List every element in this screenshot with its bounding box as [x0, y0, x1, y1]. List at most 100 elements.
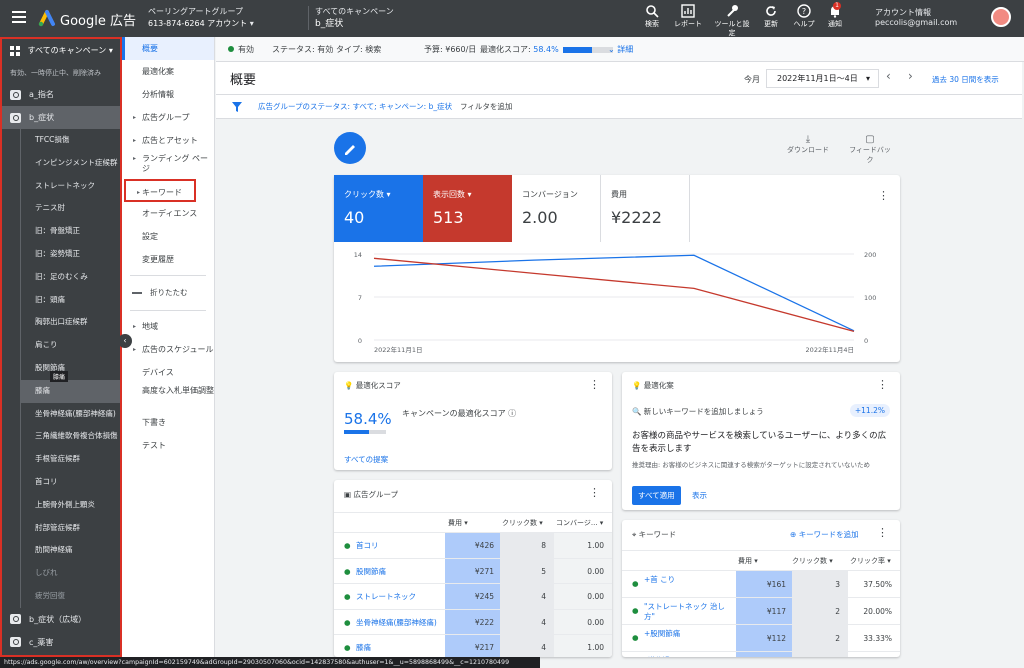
account-selector[interactable]: ペーリングアートグループ 613-874-6264 アカウント ▾ — [148, 6, 254, 30]
campaign-item[interactable]: a_指名 — [2, 83, 120, 106]
ad-group-item[interactable]: 旧：骨盤矯正 — [20, 220, 120, 243]
ad-group-name[interactable]: 膝痛 — [356, 635, 371, 657]
nav-ads-assets[interactable]: 広告とアセット — [122, 129, 214, 152]
nav-drafts[interactable]: 下書き — [122, 411, 214, 434]
filter-icon[interactable] — [232, 102, 242, 112]
nav-recommendations[interactable]: 最適化案 — [122, 60, 214, 83]
more-vert-icon[interactable]: ⋮ — [878, 189, 889, 202]
nav-audiences[interactable]: オーディエンス — [122, 202, 214, 225]
col-cost[interactable]: 費用 ▾ — [738, 551, 790, 571]
chevron-left-icon[interactable]: ‹ — [118, 334, 132, 348]
table-row[interactable]: ● 膝痛 ¥217 4 1.00 — [334, 634, 612, 657]
ad-group-item[interactable]: 肩こり — [20, 334, 120, 357]
reports-button[interactable]: レポート — [668, 4, 708, 29]
nav-collapse[interactable]: 折りたたむ — [122, 280, 214, 306]
menu-icon[interactable] — [12, 11, 26, 23]
table-row[interactable]: ● ストレートネック ¥245 4 0.00 — [334, 583, 612, 610]
ad-group-item[interactable]: しびれ — [20, 562, 120, 585]
budget-label[interactable]: 予算: ¥660/日 — [424, 37, 476, 62]
details-toggle[interactable]: ⌄ 詳細 — [608, 37, 633, 62]
table-row[interactable]: ● +首 こり ¥161 3 37.50% — [622, 570, 900, 598]
keyword-text[interactable]: "ストレートネック 治し方" — [644, 602, 732, 622]
nav-change-history[interactable]: 変更履歴 — [122, 248, 214, 271]
table-row[interactable]: ● "ストレートネック 治し方" ¥117 2 20.00% — [622, 597, 900, 625]
more-vert-icon[interactable]: ⋮ — [589, 486, 600, 499]
col-cost[interactable]: 費用 ▾ — [448, 513, 498, 533]
nav-bid-adjustments[interactable]: 高度な入札単価調整 — [122, 384, 214, 411]
nav-settings[interactable]: 設定 — [122, 225, 214, 248]
table-row[interactable]: ● +股関節痛 ¥112 2 33.33% — [622, 624, 900, 652]
status-filter[interactable]: 有効、一時停止中、削除済み — [2, 63, 120, 83]
nav-locations[interactable]: 地域 — [122, 315, 214, 338]
col-ctr[interactable]: クリック率 ▾ — [850, 551, 898, 571]
ad-group-item[interactable]: 旧：足のむくみ — [20, 265, 120, 289]
breadcrumb[interactable]: すべてのキャンペーン b_症状 — [308, 6, 394, 30]
campaign-item[interactable]: c_薬害 — [2, 631, 120, 654]
nav-ad-groups[interactable]: 広告グループ — [122, 106, 214, 129]
keyword-text[interactable]: "猫背矯正" — [644, 656, 732, 657]
table-row[interactable]: ● 首コリ ¥426 8 1.00 — [334, 532, 612, 559]
date-range-picker[interactable]: 2022年11月1日～4日 ▾ — [766, 69, 879, 88]
search-button[interactable]: 検索 — [632, 4, 672, 29]
col-clicks[interactable]: クリック数 ▾ — [792, 551, 846, 571]
optimization-score[interactable]: 最適化スコア: 58.4% — [480, 37, 613, 62]
add-filter[interactable]: フィルタを追加 — [460, 95, 512, 119]
more-vert-icon[interactable]: ⋮ — [877, 526, 888, 539]
tools-button[interactable]: ツールと設定 — [712, 4, 752, 38]
campaign-item[interactable]: b_症状（広域） — [2, 608, 120, 631]
ad-group-item[interactable]: 旧：姿勢矯正 — [20, 242, 120, 266]
nav-insights[interactable]: 分析情報 — [122, 83, 214, 106]
keyword-text[interactable]: +首 こり — [644, 575, 732, 585]
col-conv[interactable]: コンバージ... ▾ — [556, 513, 608, 533]
nav-landing-pages[interactable]: ランディング ページ — [122, 152, 214, 179]
ad-group-item[interactable]: 肘部管症候群 — [20, 516, 120, 540]
recommendation-chip[interactable]: 🔍 新しいキーワードを追加しましょう — [632, 406, 764, 417]
chevron-right-icon[interactable]: › — [908, 69, 913, 83]
metric-impressions[interactable]: 表示回数 ▾ 513 — [423, 175, 512, 242]
campaign-item[interactable]: b_症状 — [2, 106, 120, 129]
ad-group-item[interactable]: ストレートネック — [20, 174, 120, 198]
ad-group-item[interactable]: 胸郭出口症候群 — [20, 311, 120, 335]
apply-all-button[interactable]: すべて適用 — [632, 486, 681, 505]
feedback-button[interactable]: ▢ フィードバック — [846, 134, 894, 165]
table-row[interactable]: ● 坐骨神経痛(腰部神経痛) ¥222 4 0.00 — [334, 608, 612, 636]
ad-group-item[interactable]: 旧：頭痛 — [20, 288, 120, 312]
metric-cost[interactable]: 費用 ¥2222 — [601, 175, 690, 242]
ad-group-item[interactable]: インピンジメント症候群 — [20, 151, 120, 175]
more-vert-icon[interactable]: ⋮ — [877, 378, 888, 391]
edit-fab-button[interactable] — [334, 132, 366, 164]
ad-group-item[interactable]: 三角繊維軟骨複合体損傷 — [20, 425, 120, 449]
nav-ad-schedule[interactable]: 広告のスケジュール — [122, 338, 214, 361]
notifications-button[interactable]: 1 通知 — [815, 2, 855, 29]
metric-clicks[interactable]: クリック数 ▾ 40 — [334, 175, 423, 242]
download-button[interactable]: ⤓ ダウンロード — [784, 134, 832, 155]
ad-group-item[interactable]: TFCC損傷 — [20, 129, 120, 152]
ad-group-item[interactable]: 首コリ — [20, 470, 120, 494]
ad-group-item[interactable]: 肋間神経痛 — [20, 539, 120, 563]
ad-group-item[interactable]: 坐骨神経痛(腰部神経痛) — [20, 402, 120, 426]
ad-group-item[interactable]: テニス肘 — [20, 197, 120, 221]
table-row[interactable]: ●"猫背矯正"¥109266.67% — [622, 651, 900, 657]
nav-keywords[interactable]: キーワード — [124, 179, 196, 204]
ad-group-name[interactable]: 股関節痛 — [356, 559, 386, 585]
avatar[interactable] — [991, 7, 1011, 27]
view-button[interactable]: 表示 — [692, 490, 707, 501]
ad-group-item[interactable]: 股関節痛 — [20, 356, 120, 380]
chevron-left-icon[interactable]: ‹ — [886, 69, 891, 83]
add-keyword-button[interactable]: ⊕ キーワードを追加 — [790, 529, 859, 540]
more-vert-icon[interactable]: ⋮ — [589, 378, 600, 391]
compare-link[interactable]: 過去 30 日間を表示 — [932, 74, 999, 85]
ad-group-name[interactable]: 坐骨神経痛(腰部神経痛) — [356, 610, 437, 636]
status-enabled[interactable]: 有効 — [228, 37, 254, 62]
user-info[interactable]: アカウント情報 peccolis@gmail.com — [875, 8, 957, 28]
ad-group-name[interactable]: 首コリ — [356, 533, 379, 559]
ad-group-item[interactable]: 上腕骨外側上顆炎 — [20, 493, 120, 517]
ad-group-name[interactable]: ストレートネック — [356, 584, 416, 610]
metric-conversions[interactable]: コンバージョン 2.00 — [512, 175, 601, 242]
all-campaigns-item[interactable]: すべてのキャンペーン ▾ — [2, 39, 120, 63]
nav-devices[interactable]: デバイス — [122, 361, 214, 384]
keyword-text[interactable]: +股関節痛 — [644, 629, 732, 639]
ad-group-item[interactable]: 疲労回復 — [20, 584, 120, 608]
all-recommendations-link[interactable]: すべての提案 — [344, 454, 388, 465]
nav-overview[interactable]: 概要 — [122, 37, 214, 60]
